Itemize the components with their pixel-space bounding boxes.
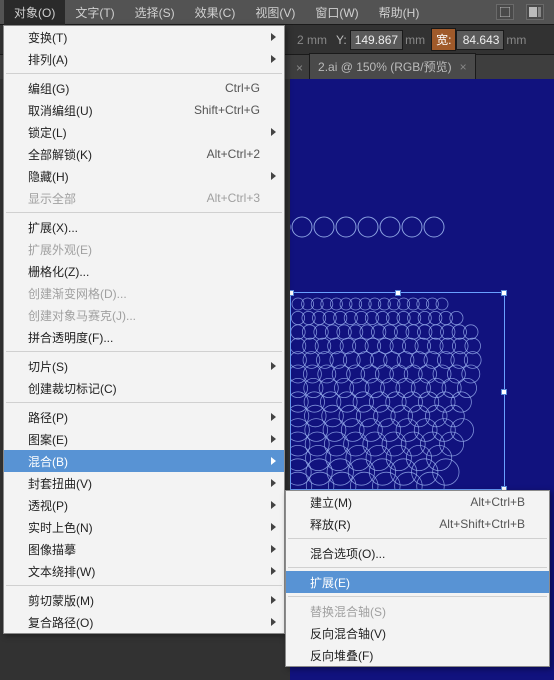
w-unit: mm [506, 33, 526, 47]
menu-item-label: 排列(A) [28, 51, 68, 68]
menu-item-label: 文本绕排(W) [28, 563, 95, 580]
object-menu-item[interactable]: 编组(G) Ctrl+G [4, 77, 284, 99]
menu-shortcut: Ctrl+G [225, 81, 260, 95]
object-menu-item[interactable]: 栅格化(Z)... [4, 260, 284, 282]
menu-item-label: 编组(G) [28, 80, 69, 97]
object-menu-item[interactable]: 取消编组(U) Shift+Ctrl+G [4, 99, 284, 121]
blend-submenu-item[interactable]: 建立(M) Alt+Ctrl+B [286, 491, 549, 513]
menu-item-label: 反向混合轴(V) [310, 625, 386, 642]
toolbar-btn-1[interactable] [496, 4, 514, 20]
blend-submenu-item[interactable]: 反向堆叠(F) [286, 644, 549, 666]
menu-shortcut: Shift+Ctrl+G [194, 103, 260, 117]
blend-submenu-item[interactable]: 释放(R) Alt+Shift+Ctrl+B [286, 513, 549, 535]
blend-submenu-item[interactable]: 反向混合轴(V) [286, 622, 549, 644]
menu-item-label: 扩展外观(E) [28, 241, 92, 258]
object-menu-item[interactable]: 创建裁切标记(C) [4, 377, 284, 399]
menu-text[interactable]: 文字(T) [65, 0, 124, 25]
menu-item-label: 取消编组(U) [28, 102, 93, 119]
menu-item-label: 变换(T) [28, 29, 67, 46]
menu-item-label: 替换混合轴(S) [310, 603, 386, 620]
menu-window[interactable]: 窗口(W) [305, 0, 368, 25]
menu-item-label: 显示全部 [28, 190, 76, 207]
object-menu-item[interactable]: 剪切蒙版(M) [4, 589, 284, 611]
menu-item-label: 创建渐变网格(D)... [28, 285, 127, 302]
menu-item-label: 切片(S) [28, 358, 68, 375]
menu-effect[interactable]: 效果(C) [185, 0, 246, 25]
menu-item-label: 拼合透明度(F)... [28, 329, 113, 346]
document-tab[interactable]: 2.ai @ 150% (RGB/预览) × [309, 53, 476, 79]
object-menu-item[interactable]: 透视(P) [4, 494, 284, 516]
menu-item-label: 扩展(E) [310, 574, 350, 591]
menu-item-label: 释放(R) [310, 516, 351, 533]
tab-pin-icon[interactable]: × [290, 57, 309, 79]
menu-item-label: 反向堆叠(F) [310, 647, 373, 664]
y-label: Y: [336, 33, 347, 47]
unit-left: 2 mm [297, 33, 327, 47]
object-menu-item[interactable]: 拼合透明度(F)... [4, 326, 284, 348]
menu-item-label: 创建对象马赛克(J)... [28, 307, 136, 324]
object-menu-item[interactable]: 复合路径(O) [4, 611, 284, 633]
object-menu-item[interactable]: 锁定(L) [4, 121, 284, 143]
menu-item-label: 混合(B) [28, 453, 68, 470]
menu-item-label: 栅格化(Z)... [28, 263, 89, 280]
object-menu-item[interactable]: 实时上色(N) [4, 516, 284, 538]
y-unit: mm [405, 33, 425, 47]
menu-view[interactable]: 视图(V) [245, 0, 305, 25]
menu-item-label: 混合选项(O)... [310, 545, 385, 562]
menu-shortcut: Alt+Ctrl+B [470, 495, 525, 509]
object-menu-item[interactable]: 切片(S) [4, 355, 284, 377]
object-menu-item[interactable]: 图案(E) [4, 428, 284, 450]
menu-shortcut: Alt+Shift+Ctrl+B [439, 517, 525, 531]
toolbar-btn-2[interactable] [526, 4, 544, 20]
y-input[interactable]: 149.867 [350, 30, 403, 50]
menu-item-label: 隐藏(H) [28, 168, 69, 185]
object-menu-item: 创建对象马赛克(J)... [4, 304, 284, 326]
menu-item-label: 剪切蒙版(M) [28, 592, 94, 609]
menu-item-label: 实时上色(N) [28, 519, 93, 536]
object-menu-item[interactable]: 图像描摹 [4, 538, 284, 560]
object-menu: 变换(T) 排列(A) 编组(G) Ctrl+G 取消编组(U) Shift+Ctrl+G… [3, 25, 285, 634]
tab-close-icon[interactable]: × [460, 60, 467, 74]
blend-submenu-item[interactable]: 扩展(E) [286, 571, 549, 593]
menu-select[interactable]: 选择(S) [125, 0, 185, 25]
blend-submenu: 建立(M) Alt+Ctrl+B 释放(R) Alt+Shift+Ctrl+B 混合选项… [285, 490, 550, 667]
menubar: 对象(O) 文字(T) 选择(S) 效果(C) 视图(V) 窗口(W) 帮助(H… [0, 0, 554, 25]
w-input[interactable]: 84.643 [456, 30, 504, 50]
menu-shortcut: Alt+Ctrl+3 [207, 191, 260, 205]
object-menu-item[interactable]: 文本绕排(W) [4, 560, 284, 582]
menu-item-label: 创建裁切标记(C) [28, 380, 117, 397]
w-label: 宽: [431, 28, 456, 51]
object-menu-item[interactable]: 变换(T) [4, 26, 284, 48]
object-menu-item: 扩展外观(E) [4, 238, 284, 260]
menu-item-label: 复合路径(O) [28, 614, 93, 631]
menu-item-label: 全部解锁(K) [28, 146, 92, 163]
menu-item-label: 封套扭曲(V) [28, 475, 92, 492]
object-menu-item[interactable]: 扩展(X)... [4, 216, 284, 238]
menu-item-label: 锁定(L) [28, 124, 67, 141]
menu-item-label: 透视(P) [28, 497, 68, 514]
menu-help[interactable]: 帮助(H) [369, 0, 430, 25]
menu-item-label: 图案(E) [28, 431, 68, 448]
object-menu-item[interactable]: 全部解锁(K) Alt+Ctrl+2 [4, 143, 284, 165]
menu-item-label: 路径(P) [28, 409, 68, 426]
object-menu-item[interactable]: 路径(P) [4, 406, 284, 428]
object-menu-item[interactable]: 排列(A) [4, 48, 284, 70]
object-menu-item: 创建渐变网格(D)... [4, 282, 284, 304]
menu-object[interactable]: 对象(O) [4, 0, 65, 25]
menu-item-label: 图像描摹 [28, 541, 76, 558]
blend-submenu-item: 替换混合轴(S) [286, 600, 549, 622]
object-menu-item[interactable]: 混合(B) [4, 450, 284, 472]
menu-item-label: 扩展(X)... [28, 219, 78, 236]
menu-shortcut: Alt+Ctrl+2 [207, 147, 260, 161]
tab-label: 2.ai @ 150% (RGB/预览) [318, 58, 452, 75]
object-menu-item[interactable]: 封套扭曲(V) [4, 472, 284, 494]
menu-item-label: 建立(M) [310, 494, 352, 511]
object-menu-item: 显示全部 Alt+Ctrl+3 [4, 187, 284, 209]
blend-submenu-item[interactable]: 混合选项(O)... [286, 542, 549, 564]
object-menu-item[interactable]: 隐藏(H) [4, 165, 284, 187]
